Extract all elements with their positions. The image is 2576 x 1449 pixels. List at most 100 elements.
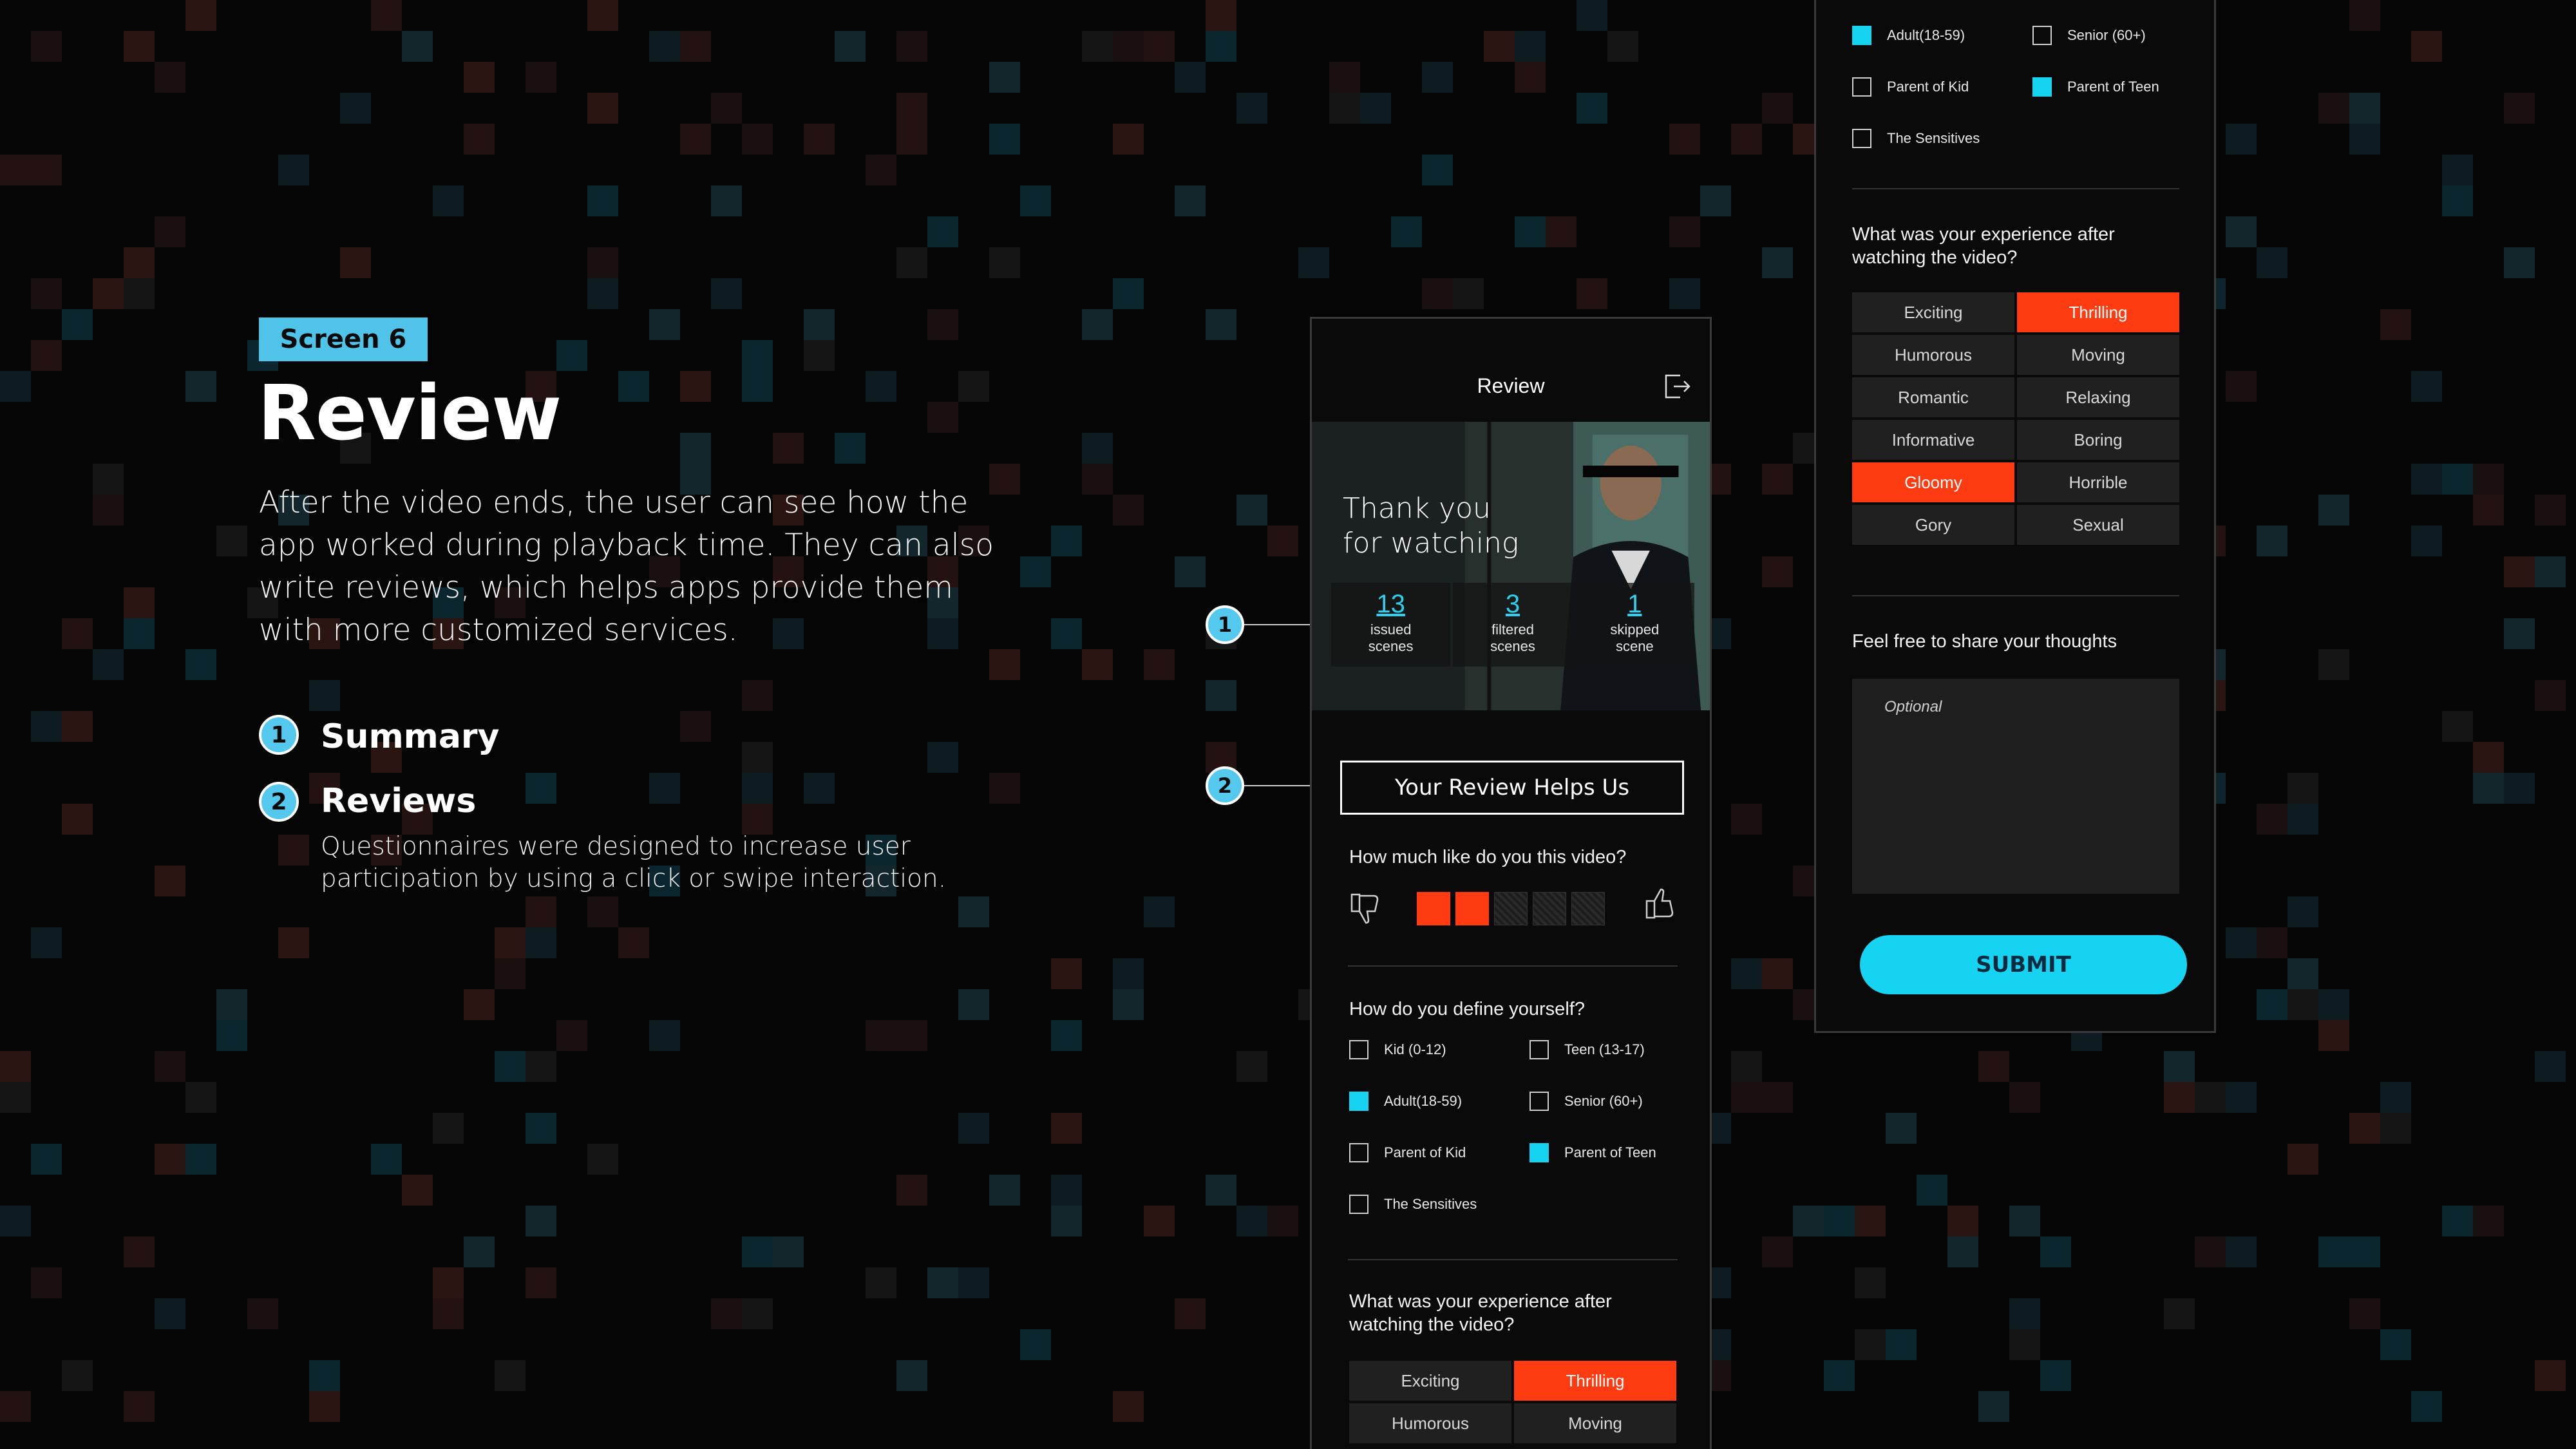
movie-still-image: [1312, 422, 1710, 710]
stat-issued-value[interactable]: 13: [1331, 589, 1450, 619]
identity-option-label: Senior (60+): [1564, 1093, 1643, 1109]
section-divider: [1852, 595, 2179, 596]
identity-option-label: The Sensitives: [1887, 130, 1980, 146]
experience-question: What was your experience after watching …: [1852, 223, 2115, 269]
exit-icon[interactable]: [1662, 372, 1692, 401]
experience-option[interactable]: Moving: [1514, 1403, 1676, 1443]
identity-option-label: The Sensitives: [1384, 1196, 1477, 1212]
identity-option[interactable]: The Sensitives: [1852, 129, 1980, 148]
your-review-helps-us-button[interactable]: Your Review Helps Us: [1340, 761, 1684, 815]
section-divider: [1348, 1259, 1678, 1260]
experience-option[interactable]: Thrilling: [2017, 292, 2179, 332]
identity-option[interactable]: Parent of Teen: [2032, 77, 2159, 97]
checkbox-unchecked[interactable]: [1530, 1092, 1549, 1111]
rating-cell[interactable]: [1494, 892, 1528, 925]
experience-option[interactable]: Humorous: [1349, 1403, 1511, 1443]
checkbox-checked[interactable]: [2032, 77, 2052, 97]
identity-option[interactable]: Parent of Kid: [1349, 1143, 1466, 1162]
experience-options: Exciting Thrilling Humorous Moving: [1349, 1361, 1676, 1443]
experience-option[interactable]: Sexual: [2017, 505, 2179, 545]
experience-option[interactable]: Gloomy: [1852, 462, 2014, 502]
reviews-description: Questionnaires were designed to increase…: [321, 832, 947, 893]
identity-option[interactable]: The Sensitives: [1349, 1195, 1477, 1214]
experience-option[interactable]: Horrible: [2017, 462, 2179, 502]
thoughts-textarea[interactable]: [1852, 679, 2179, 894]
identity-option[interactable]: Senior (60+): [1530, 1092, 1643, 1111]
rating-cell[interactable]: [1571, 892, 1605, 925]
page-title: Review: [258, 368, 562, 457]
identity-option-label: Senior (60+): [2067, 27, 2146, 43]
stat-issued-label: issued scenes: [1368, 621, 1414, 654]
experience-option[interactable]: Informative: [1852, 420, 2014, 460]
experience-question-line-2: watching the video?: [1349, 1314, 1515, 1335]
stat-skipped-value[interactable]: 1: [1575, 589, 1694, 619]
phone-screen-review-top: Review Thank you for watching 13 issued s…: [1310, 317, 1712, 1449]
identity-option[interactable]: Adult(18-59): [1852, 26, 1965, 45]
identity-option[interactable]: Parent of Kid: [1852, 77, 1969, 97]
identity-option-label: Kid (0-12): [1384, 1041, 1446, 1057]
checkbox-unchecked[interactable]: [1349, 1143, 1368, 1162]
experience-option[interactable]: Humorous: [1852, 335, 2014, 375]
app-header: Review: [1312, 319, 1710, 422]
stat-filtered-scenes[interactable]: 3 filtered scenes: [1453, 583, 1573, 667]
stat-skipped-scene[interactable]: 1 skipped scene: [1575, 583, 1694, 667]
checkbox-checked[interactable]: [1530, 1143, 1549, 1162]
experience-option[interactable]: Exciting: [1349, 1361, 1511, 1401]
checkbox-unchecked[interactable]: [1349, 1195, 1368, 1214]
rating-cell[interactable]: [1533, 892, 1566, 925]
checkbox-unchecked[interactable]: [1852, 77, 1871, 97]
experience-option[interactable]: Boring: [2017, 420, 2179, 460]
experience-option[interactable]: Thrilling: [1514, 1361, 1676, 1401]
screen-tag: Screen 6: [259, 317, 428, 361]
checkbox-unchecked[interactable]: [1852, 129, 1871, 148]
rating-cell[interactable]: [1417, 892, 1450, 925]
stat-skipped-label: skipped scene: [1610, 621, 1660, 654]
phone-screen-review-bottom: Adult(18-59) Senior (60+) Parent of Kid Par…: [1814, 0, 2216, 1033]
header-title: Review: [1477, 374, 1545, 397]
checkbox-unchecked[interactable]: [1349, 1040, 1368, 1059]
stat-issued-scenes[interactable]: 13 issued scenes: [1331, 583, 1451, 667]
experience-option[interactable]: Relaxing: [2017, 377, 2179, 417]
experience-question-line-1: What was your experience after: [1852, 224, 2115, 245]
experience-question: What was your experience after watching …: [1349, 1290, 1612, 1336]
reviews-number-badge: 2: [259, 782, 299, 822]
identity-option[interactable]: Parent of Teen: [1530, 1143, 1656, 1162]
identity-option[interactable]: Senior (60+): [2032, 26, 2146, 45]
identity-option[interactable]: Adult(18-59): [1349, 1092, 1462, 1111]
identity-option-label: Parent of Teen: [2067, 79, 2159, 95]
experience-option[interactable]: Romantic: [1852, 377, 2014, 417]
thank-you-line-1: Thank you: [1343, 492, 1491, 525]
thumbs-down-icon[interactable]: [1347, 891, 1383, 927]
section-divider: [1852, 188, 2179, 189]
identity-option-label: Parent of Kid: [1887, 79, 1969, 95]
thumbs-up-icon[interactable]: [1642, 886, 1678, 922]
identity-option-label: Adult(18-59): [1887, 27, 1965, 43]
stat-filtered-label: filtered scenes: [1490, 621, 1535, 654]
thoughts-question: Feel free to share your thoughts: [1852, 631, 2117, 652]
stat-filtered-value[interactable]: 3: [1453, 589, 1572, 619]
summary-number-badge: 1: [259, 715, 299, 755]
submit-button[interactable]: SUBMIT: [1860, 935, 2187, 994]
thank-you-message: Thank you for watching: [1343, 491, 1519, 561]
identity-option[interactable]: Kid (0-12): [1349, 1040, 1446, 1059]
identity-option-label: Teen (13-17): [1564, 1041, 1645, 1057]
reviews-label: Reviews: [321, 782, 477, 820]
experience-option[interactable]: Gory: [1852, 505, 2014, 545]
like-rating-scale[interactable]: [1417, 892, 1605, 925]
checkbox-unchecked[interactable]: [2032, 26, 2052, 45]
checkbox-unchecked[interactable]: [1530, 1040, 1549, 1059]
section-divider: [1348, 965, 1678, 967]
identity-option-label: Parent of Teen: [1564, 1144, 1656, 1160]
hero-movie-still: Thank you for watching 13 issued scenes 3…: [1312, 422, 1710, 710]
identity-option[interactable]: Teen (13-17): [1530, 1040, 1645, 1059]
experience-question-line-2: watching the video?: [1852, 247, 2018, 268]
checkbox-checked[interactable]: [1852, 26, 1871, 45]
rating-cell[interactable]: [1455, 892, 1489, 925]
experience-option[interactable]: Moving: [2017, 335, 2179, 375]
page-description: After the video ends, the user can see h…: [259, 485, 994, 648]
experience-option[interactable]: Exciting: [1852, 292, 2014, 332]
callout-2-badge: 2: [1206, 766, 1244, 805]
playback-summary-stats: 13 issued scenes 3 filtered scenes 1 skipp…: [1331, 583, 1694, 667]
checkbox-checked[interactable]: [1349, 1092, 1368, 1111]
callout-1-badge: 1: [1206, 605, 1244, 644]
